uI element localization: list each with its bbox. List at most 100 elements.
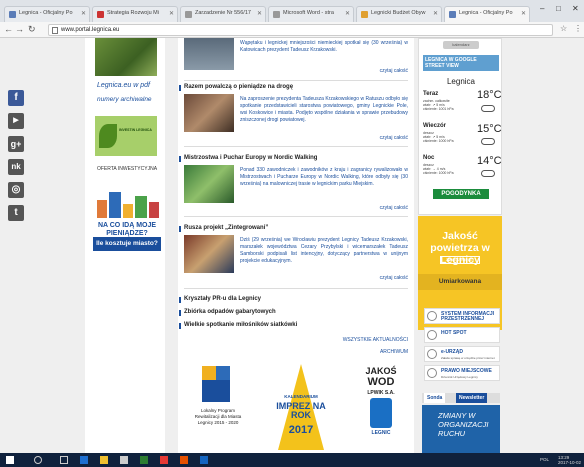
news-image[interactable] <box>184 38 234 70</box>
menu-icon[interactable]: ⋮ <box>574 24 582 33</box>
instagram-icon[interactable]: ◎ <box>8 182 24 198</box>
browser-tab[interactable]: Strategia Rozwoju Mi ✕ <box>92 6 178 22</box>
divider <box>184 146 408 147</box>
divider <box>184 288 408 289</box>
wifi-icon <box>427 330 437 340</box>
read-more-link[interactable]: czytaj całość <box>380 68 408 74</box>
close-tab-icon[interactable]: ✕ <box>257 10 262 17</box>
close-window-button[interactable]: ✕ <box>572 4 579 13</box>
read-more-link[interactable]: czytaj całość <box>380 205 408 211</box>
browser-tab-active[interactable]: Legnica - Oficjalny Po ✕ <box>444 6 530 22</box>
browser-tab[interactable]: Legnica - Oficjalny Po ✕ <box>4 6 90 22</box>
twitter-icon[interactable]: t <box>8 205 24 221</box>
news-link[interactable]: Zbiórka odpadów gabarytowych <box>179 309 276 316</box>
hotspot-link[interactable]: HOT SPOT <box>424 327 500 343</box>
partner-logos: Lokalny Program Rewitalizacji dla Miasta… <box>178 360 414 453</box>
all-news-link[interactable]: WSZYSTKIE AKTUALNOŚCI <box>343 337 408 343</box>
sip-link[interactable]: SYSTEM INFORMACJI PRZESTRZENNEJ <box>424 308 500 324</box>
close-tab-icon[interactable]: ✕ <box>433 10 438 17</box>
folder-icon[interactable] <box>100 456 108 464</box>
archive-news-link[interactable]: ARCHIWUM <box>380 349 408 355</box>
address-bar[interactable]: www.portal.legnica.eu <box>48 24 553 36</box>
star-icon[interactable]: ☆ <box>560 24 567 33</box>
news-title[interactable]: Rusza projekt „Zintegrowani” <box>178 225 268 232</box>
archive-link[interactable]: numery archiwalne <box>97 96 152 103</box>
powerpoint-icon[interactable] <box>180 456 188 464</box>
nk-icon[interactable]: nk <box>8 159 24 175</box>
sonda-tabs: Sonda Newsletter <box>422 393 500 403</box>
maximize-button[interactable]: □ <box>556 4 561 13</box>
kalendarium-logo[interactable]: KALENDARIUM IMPREZ NA ROK 2017 <box>272 364 330 450</box>
chrome-icon[interactable] <box>160 456 168 464</box>
search-icon[interactable] <box>34 456 42 464</box>
close-tab-icon[interactable]: ✕ <box>169 10 174 17</box>
facebook-icon[interactable]: f <box>8 90 24 106</box>
news-image[interactable] <box>184 94 234 132</box>
minimize-button[interactable]: – <box>540 4 544 13</box>
store-icon[interactable] <box>120 456 128 464</box>
youtube-icon[interactable]: ▶ <box>8 113 24 129</box>
news-title[interactable]: Razem powalczą o pieniądze na drogę <box>178 84 293 91</box>
browser-tab[interactable]: Zarzadzenie Nr 556/17 ✕ <box>180 6 266 22</box>
language-indicator[interactable]: POL <box>540 457 549 462</box>
news-image[interactable] <box>184 165 234 203</box>
reload-icon[interactable]: ↻ <box>28 24 36 35</box>
weather-temp: 15°C <box>477 123 502 135</box>
news-excerpt: Ponad 330 zawodniczek i zawodników z kra… <box>240 167 408 187</box>
close-tab-icon[interactable]: ✕ <box>81 10 86 17</box>
weather-widget: kalendarz LEGNICA W GOOGLE STREET VIEW L… <box>418 38 502 215</box>
close-tab-icon[interactable]: ✕ <box>345 10 350 17</box>
tab-sonda[interactable]: Sonda <box>424 393 446 403</box>
favicon-icon <box>273 11 280 18</box>
forward-icon[interactable]: → <box>15 24 24 34</box>
cloud-icon <box>481 105 495 112</box>
browser-tabbar: Legnica - Oficjalny Po ✕ Strategia Rozwoj… <box>0 0 584 22</box>
weather-temp: 18°C <box>477 89 502 101</box>
back-icon[interactable]: ← <box>4 24 13 34</box>
invest-banner[interactable]: INVESTIN LEGNICA <box>95 116 157 156</box>
invest-logo-text: INVESTIN LEGNICA <box>119 128 152 132</box>
pdf-cover-image[interactable] <box>95 38 157 76</box>
document-icon <box>427 368 437 378</box>
news-title[interactable]: Mistrzostwa i Puchar Europy w Nordic Wal… <box>178 155 317 162</box>
left-column: Legnica.eu w pdf numery archiwalne INVES… <box>85 38 165 453</box>
news-link[interactable]: Wielkie spotkanie miłośników siatkówki <box>178 322 297 329</box>
word-icon[interactable] <box>200 456 208 464</box>
jakos-wody-logo[interactable]: JAKOŚ WOD LPWIK S.A. LEGNIC <box>356 366 406 448</box>
ile-kosztuje-button[interactable]: Ile kosztuje miasto? <box>93 237 161 251</box>
weather-period: Teraz <box>423 91 439 97</box>
weather-details: deszcz wiatr: → 4 m/s ciśnienie: 1000 hP… <box>423 163 454 175</box>
url-text: www.portal.legnica.eu <box>61 27 120 33</box>
kalendarz-button[interactable]: kalendarz <box>443 41 479 49</box>
prawo-miejscowe-link[interactable]: PRAWO MIEJSCOWE Dziennik Urzędowy Legnic… <box>424 365 500 381</box>
tab-newsletter[interactable]: Newsletter <box>456 393 488 403</box>
page-content: f ▶ g+ nk ◎ t Legnica.eu w pdf numery ar… <box>0 38 584 453</box>
favicon-icon <box>361 11 368 18</box>
close-tab-icon[interactable]: ✕ <box>521 10 526 17</box>
favicon-icon <box>97 11 104 18</box>
browser-tab[interactable]: Legnicki Budżet Obyw ✕ <box>356 6 442 22</box>
task-view-icon[interactable] <box>60 456 68 464</box>
read-more-link[interactable]: czytaj całość <box>380 135 408 141</box>
e-urzad-link[interactable]: e-URZĄD Załatw sprawę w urzędzie przez i… <box>424 346 500 362</box>
windows-start-icon[interactable] <box>6 456 14 464</box>
oferta-label[interactable]: OFERTA INWESTYCYJNA <box>93 166 161 172</box>
googleplus-icon[interactable]: g+ <box>8 136 24 152</box>
street-view-banner[interactable]: LEGNICA W GOOGLE STREET VIEW <box>423 55 499 71</box>
news-image[interactable] <box>184 235 234 273</box>
read-more-link[interactable]: czytaj całość <box>380 275 408 281</box>
browser-tab[interactable]: Microsoft Word - stra ✕ <box>268 6 354 22</box>
weather-period: Noc <box>423 155 435 161</box>
app-icon[interactable] <box>140 456 148 464</box>
clock-date[interactable]: 2017-10-02 <box>558 460 581 465</box>
air-more-button[interactable]: ZOBACZ WIĘCEJ <box>440 256 480 264</box>
news-link[interactable]: Kryształy PR-u dla Legnicy <box>178 296 261 303</box>
pdf-link[interactable]: Legnica.eu w pdf <box>97 82 150 89</box>
city-illustration <box>97 190 159 218</box>
zmiany-banner[interactable]: ZMIANY W ORGANIZACJI RUCHU <box>422 405 500 453</box>
naco-heading[interactable]: NA CO IDĄ MOJE PIENIĄDZE? <box>93 222 161 238</box>
edge-icon[interactable] <box>80 456 88 464</box>
pogodynka-logo[interactable]: POGODYNKA <box>433 189 489 199</box>
right-column: kalendarz LEGNICA W GOOGLE STREET VIEW L… <box>418 38 502 453</box>
rewitalizacja-logo[interactable]: Lokalny Program Rewitalizacji dla Miasta… <box>188 366 248 446</box>
